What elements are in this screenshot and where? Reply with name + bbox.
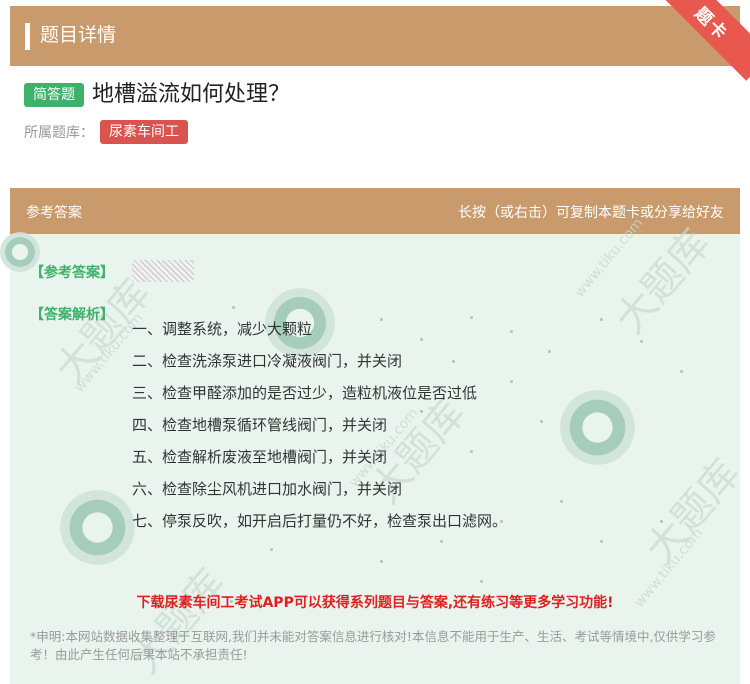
share-hint: 长按（或右击）可复制本题卡或分享给好友: [458, 205, 724, 221]
ribbon-container: 题卡: [640, 0, 750, 90]
bank-row: 所属题库： 尿素车间工: [24, 120, 188, 144]
question-text: 地槽溢流如何处理？: [92, 82, 291, 107]
blurred-answer-image: [132, 260, 194, 282]
disclaimer-text: *申明:本网站数据收集整理于互联网,我们并未能对答案信息进行核对!本信息不能用于…: [30, 629, 716, 662]
answer-step: 七、停泵反吹，如开启后打量仍不好，检查泵出口滤网。: [132, 512, 508, 530]
answer-step: 二、检查洗涤泵进口冷凝液阀门，并关闭: [132, 352, 403, 370]
answer-steps: 一、调整系统，减少大颗粒 二、检查洗涤泵进口冷凝液阀门，并关闭 三、检查甲醛添加…: [132, 318, 507, 542]
answer-header-title: 参考答案: [26, 205, 82, 221]
answer-step: 六、检查除尘风机进口加水阀门，并关闭: [132, 480, 403, 498]
watermark-logo-icon: [60, 490, 135, 565]
answer-step: 五、检查解析废液至地槽阀门，并关闭: [132, 448, 388, 466]
page-header: 题目详情: [10, 6, 740, 66]
app-download-link[interactable]: 下载尿素车间工考试APP可以获得系列题目与答案,还有练习等更多学习功能!: [0, 592, 750, 612]
watermark-logo-icon: [560, 390, 635, 465]
header-accent-bar: [25, 23, 30, 50]
question-type-badge: 简答题: [24, 83, 84, 107]
answer-step: 三、检查甲醛添加的是否过少，造粒机液位是否过低: [132, 384, 478, 402]
question-row: 简答题 地槽溢流如何处理？: [24, 80, 290, 110]
ribbon-label: 题卡: [690, 3, 732, 45]
bank-link[interactable]: 尿素车间工: [100, 120, 188, 144]
answer-step: 四、检查地槽泵循环管线阀门，并关闭: [132, 416, 388, 434]
card-ribbon[interactable]: 题卡: [654, 0, 750, 81]
answer-step: 一、调整系统，减少大颗粒: [132, 320, 313, 338]
page-title: 题目详情: [40, 24, 117, 46]
reference-answer-label: 【参考答案】: [30, 265, 114, 281]
bank-label: 所属题库：: [24, 125, 94, 141]
analysis-label: 【答案解析】: [30, 307, 114, 323]
